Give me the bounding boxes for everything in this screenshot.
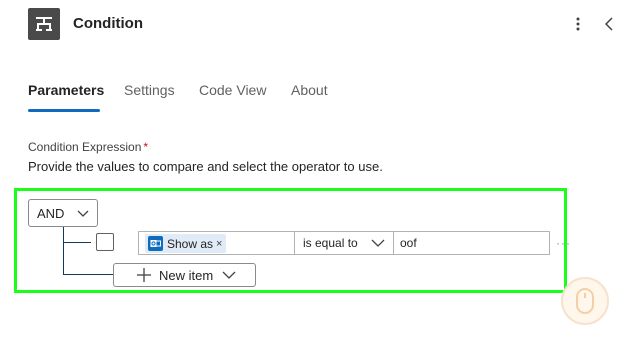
chevron-down-icon bbox=[371, 239, 385, 247]
tree-connector-new-item bbox=[63, 274, 113, 275]
group-operator-value: AND bbox=[37, 205, 65, 221]
new-item-label: New item bbox=[159, 268, 214, 283]
operator-dropdown[interactable]: is equal to bbox=[294, 231, 394, 255]
tab-about[interactable]: About bbox=[291, 82, 328, 98]
required-indicator: * bbox=[143, 140, 149, 154]
condition-description: Provide the values to compare and select… bbox=[28, 159, 383, 174]
condition-expression-label-text: Condition Expression bbox=[28, 140, 142, 154]
right-operand-value: oof bbox=[400, 236, 417, 250]
tree-connector-row bbox=[63, 242, 91, 243]
chevron-left-icon[interactable] bbox=[602, 14, 616, 34]
outlook-icon bbox=[148, 236, 163, 251]
more-vertical-icon[interactable] bbox=[571, 14, 585, 34]
row-more-icon[interactable]: ··· bbox=[556, 236, 571, 250]
operator-value: is equal to bbox=[303, 236, 358, 250]
left-operand-field[interactable]: Show as × bbox=[138, 231, 294, 255]
token-remove-icon[interactable]: × bbox=[216, 238, 222, 250]
tab-parameters[interactable]: Parameters bbox=[28, 82, 104, 98]
panel-title: Condition bbox=[73, 15, 143, 32]
new-item-button[interactable]: New item bbox=[113, 263, 256, 287]
panel-header: Condition bbox=[0, 0, 625, 48]
tab-settings[interactable]: Settings bbox=[124, 82, 175, 98]
mouse-icon bbox=[561, 277, 609, 325]
dynamic-content-token[interactable]: Show as × bbox=[145, 234, 227, 253]
tab-code-view[interactable]: Code View bbox=[199, 82, 266, 98]
right-operand-field[interactable]: oof bbox=[394, 231, 550, 255]
token-label: Show as bbox=[167, 236, 214, 251]
active-tab-indicator bbox=[28, 109, 100, 112]
chevron-down-icon bbox=[222, 271, 236, 279]
row-select-checkbox[interactable] bbox=[96, 233, 114, 251]
plus-icon bbox=[137, 268, 151, 282]
tree-connector-vertical bbox=[63, 227, 64, 274]
group-operator-dropdown[interactable]: AND bbox=[28, 199, 98, 227]
condition-expression-label: Condition Expression * bbox=[28, 140, 148, 154]
chevron-down-icon bbox=[77, 210, 89, 217]
condition-icon bbox=[28, 8, 60, 40]
